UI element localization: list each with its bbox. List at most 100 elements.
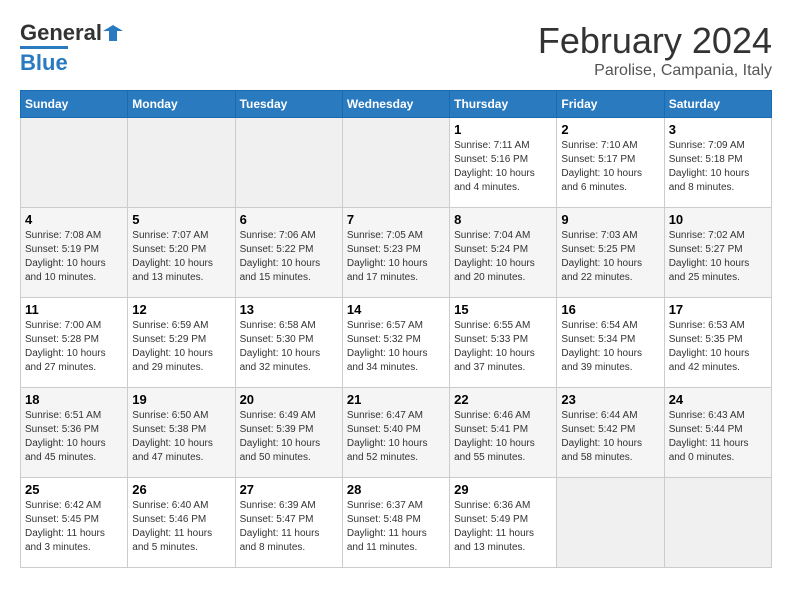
logo-general: General xyxy=(20,20,102,46)
day-info: Sunrise: 6:46 AMSunset: 5:41 PMDaylight:… xyxy=(454,409,552,465)
day-info: Sunrise: 6:43 AMSunset: 5:44 PMDaylight:… xyxy=(669,409,767,465)
table-row xyxy=(235,118,342,208)
day-number: 17 xyxy=(669,302,767,317)
day-info: Sunrise: 6:58 AMSunset: 5:30 PMDaylight:… xyxy=(240,319,338,375)
table-row: 15 Sunrise: 6:55 AMSunset: 5:33 PMDayligh… xyxy=(450,298,557,388)
day-number: 13 xyxy=(240,302,338,317)
day-info: Sunrise: 6:36 AMSunset: 5:49 PMDaylight:… xyxy=(454,499,552,555)
day-number: 3 xyxy=(669,122,767,137)
day-number: 21 xyxy=(347,392,445,407)
table-row: 24 Sunrise: 6:43 AMSunset: 5:44 PMDayligh… xyxy=(664,388,771,478)
logo-bird-icon xyxy=(103,23,123,43)
day-number: 16 xyxy=(561,302,659,317)
day-number: 1 xyxy=(454,122,552,137)
table-row: 22 Sunrise: 6:46 AMSunset: 5:41 PMDayligh… xyxy=(450,388,557,478)
table-row: 12 Sunrise: 6:59 AMSunset: 5:29 PMDayligh… xyxy=(128,298,235,388)
table-row: 25Sunrise: 6:42 AMSunset: 5:45 PMDayligh… xyxy=(21,478,128,568)
day-info: Sunrise: 7:00 AMSunset: 5:28 PMDaylight:… xyxy=(25,319,123,375)
day-number: 2 xyxy=(561,122,659,137)
day-info: Sunrise: 7:02 AMSunset: 5:27 PMDaylight:… xyxy=(669,229,767,285)
table-row: 26 Sunrise: 6:40 AMSunset: 5:46 PMDayligh… xyxy=(128,478,235,568)
title-area: February 2024 Parolise, Campania, Italy xyxy=(538,20,772,80)
table-row: 2 Sunrise: 7:10 AMSunset: 5:17 PMDaylight… xyxy=(557,118,664,208)
calendar-table: Sunday Monday Tuesday Wednesday Thursday… xyxy=(20,90,772,568)
logo: General Blue xyxy=(20,20,124,76)
table-row: 27 Sunrise: 6:39 AMSunset: 5:47 PMDayligh… xyxy=(235,478,342,568)
table-row: 11 Sunrise: 7:00 AMSunset: 5:28 PMDayligh… xyxy=(21,298,128,388)
table-row xyxy=(557,478,664,568)
day-number: 15 xyxy=(454,302,552,317)
table-row xyxy=(21,118,128,208)
day-info: Sunrise: 7:11 AMSunset: 5:16 PMDaylight:… xyxy=(454,139,552,195)
table-row: 14 Sunrise: 6:57 AMSunset: 5:32 PMDayligh… xyxy=(342,298,449,388)
day-number: 26 xyxy=(132,482,230,497)
day-info: Sunrise: 6:59 AMSunset: 5:29 PMDaylight:… xyxy=(132,319,230,375)
day-info: Sunrise: 7:09 AMSunset: 5:18 PMDaylight:… xyxy=(669,139,767,195)
month-title: February 2024 xyxy=(538,20,772,62)
table-row: 3 Sunrise: 7:09 AMSunset: 5:18 PMDaylight… xyxy=(664,118,771,208)
day-info: Sunrise: 7:10 AMSunset: 5:17 PMDaylight:… xyxy=(561,139,659,195)
calendar-week-row: 25Sunrise: 6:42 AMSunset: 5:45 PMDayligh… xyxy=(21,478,772,568)
table-row: 18Sunrise: 6:51 AMSunset: 5:36 PMDayligh… xyxy=(21,388,128,478)
day-info: Sunrise: 6:49 AMSunset: 5:39 PMDaylight:… xyxy=(240,409,338,465)
day-number: 14 xyxy=(347,302,445,317)
table-row: 28 Sunrise: 6:37 AMSunset: 5:48 PMDayligh… xyxy=(342,478,449,568)
day-info: Sunrise: 6:51 AMSunset: 5:36 PMDaylight:… xyxy=(25,409,123,465)
location-title: Parolise, Campania, Italy xyxy=(538,62,772,80)
day-number: 7 xyxy=(347,212,445,227)
day-info: Sunrise: 6:54 AMSunset: 5:34 PMDaylight:… xyxy=(561,319,659,375)
table-row: 10Sunrise: 7:02 AMSunset: 5:27 PMDayligh… xyxy=(664,208,771,298)
day-info: Sunrise: 7:08 AMSunset: 5:19 PMDaylight:… xyxy=(25,229,123,285)
calendar-week-row: 18Sunrise: 6:51 AMSunset: 5:36 PMDayligh… xyxy=(21,388,772,478)
table-row: 16 Sunrise: 6:54 AMSunset: 5:34 PMDayligh… xyxy=(557,298,664,388)
day-number: 12 xyxy=(132,302,230,317)
day-number: 11 xyxy=(25,302,123,317)
col-tuesday: Tuesday xyxy=(235,91,342,118)
table-row: 17 Sunrise: 6:53 AMSunset: 5:35 PMDayligh… xyxy=(664,298,771,388)
day-number: 8 xyxy=(454,212,552,227)
day-number: 4 xyxy=(25,212,123,227)
day-info: Sunrise: 6:47 AMSunset: 5:40 PMDaylight:… xyxy=(347,409,445,465)
table-row: 1 Sunrise: 7:11 AMSunset: 5:16 PMDaylight… xyxy=(450,118,557,208)
day-info: Sunrise: 6:53 AMSunset: 5:35 PMDaylight:… xyxy=(669,319,767,375)
table-row: 6 Sunrise: 7:06 AMSunset: 5:22 PMDaylight… xyxy=(235,208,342,298)
calendar-week-row: 4 Sunrise: 7:08 AMSunset: 5:19 PMDaylight… xyxy=(21,208,772,298)
table-row: 29 Sunrise: 6:36 AMSunset: 5:49 PMDayligh… xyxy=(450,478,557,568)
day-info: Sunrise: 6:57 AMSunset: 5:32 PMDaylight:… xyxy=(347,319,445,375)
header: General Blue February 2024 Parolise, Cam… xyxy=(20,20,772,80)
day-info: Sunrise: 6:50 AMSunset: 5:38 PMDaylight:… xyxy=(132,409,230,465)
col-wednesday: Wednesday xyxy=(342,91,449,118)
day-number: 22 xyxy=(454,392,552,407)
table-row: 5Sunrise: 7:07 AMSunset: 5:20 PMDaylight… xyxy=(128,208,235,298)
day-number: 6 xyxy=(240,212,338,227)
calendar-week-row: 1 Sunrise: 7:11 AMSunset: 5:16 PMDaylight… xyxy=(21,118,772,208)
day-info: Sunrise: 7:03 AMSunset: 5:25 PMDaylight:… xyxy=(561,229,659,285)
day-number: 27 xyxy=(240,482,338,497)
day-number: 23 xyxy=(561,392,659,407)
day-info: Sunrise: 6:55 AMSunset: 5:33 PMDaylight:… xyxy=(454,319,552,375)
col-thursday: Thursday xyxy=(450,91,557,118)
day-number: 28 xyxy=(347,482,445,497)
day-info: Sunrise: 6:40 AMSunset: 5:46 PMDaylight:… xyxy=(132,499,230,555)
day-info: Sunrise: 6:44 AMSunset: 5:42 PMDaylight:… xyxy=(561,409,659,465)
table-row: 23 Sunrise: 6:44 AMSunset: 5:42 PMDayligh… xyxy=(557,388,664,478)
col-sunday: Sunday xyxy=(21,91,128,118)
day-info: Sunrise: 6:37 AMSunset: 5:48 PMDaylight:… xyxy=(347,499,445,555)
table-row: 8 Sunrise: 7:04 AMSunset: 5:24 PMDaylight… xyxy=(450,208,557,298)
table-row: 7Sunrise: 7:05 AMSunset: 5:23 PMDaylight… xyxy=(342,208,449,298)
calendar-header-row: Sunday Monday Tuesday Wednesday Thursday… xyxy=(21,91,772,118)
col-saturday: Saturday xyxy=(664,91,771,118)
table-row: 19 Sunrise: 6:50 AMSunset: 5:38 PMDayligh… xyxy=(128,388,235,478)
table-row: 9Sunrise: 7:03 AMSunset: 5:25 PMDaylight… xyxy=(557,208,664,298)
table-row: 13 Sunrise: 6:58 AMSunset: 5:30 PMDayligh… xyxy=(235,298,342,388)
day-number: 29 xyxy=(454,482,552,497)
day-number: 19 xyxy=(132,392,230,407)
day-info: Sunrise: 6:39 AMSunset: 5:47 PMDaylight:… xyxy=(240,499,338,555)
day-number: 24 xyxy=(669,392,767,407)
day-info: Sunrise: 7:06 AMSunset: 5:22 PMDaylight:… xyxy=(240,229,338,285)
table-row: 4 Sunrise: 7:08 AMSunset: 5:19 PMDaylight… xyxy=(21,208,128,298)
day-number: 25 xyxy=(25,482,123,497)
table-row xyxy=(664,478,771,568)
col-monday: Monday xyxy=(128,91,235,118)
day-info: Sunrise: 7:04 AMSunset: 5:24 PMDaylight:… xyxy=(454,229,552,285)
